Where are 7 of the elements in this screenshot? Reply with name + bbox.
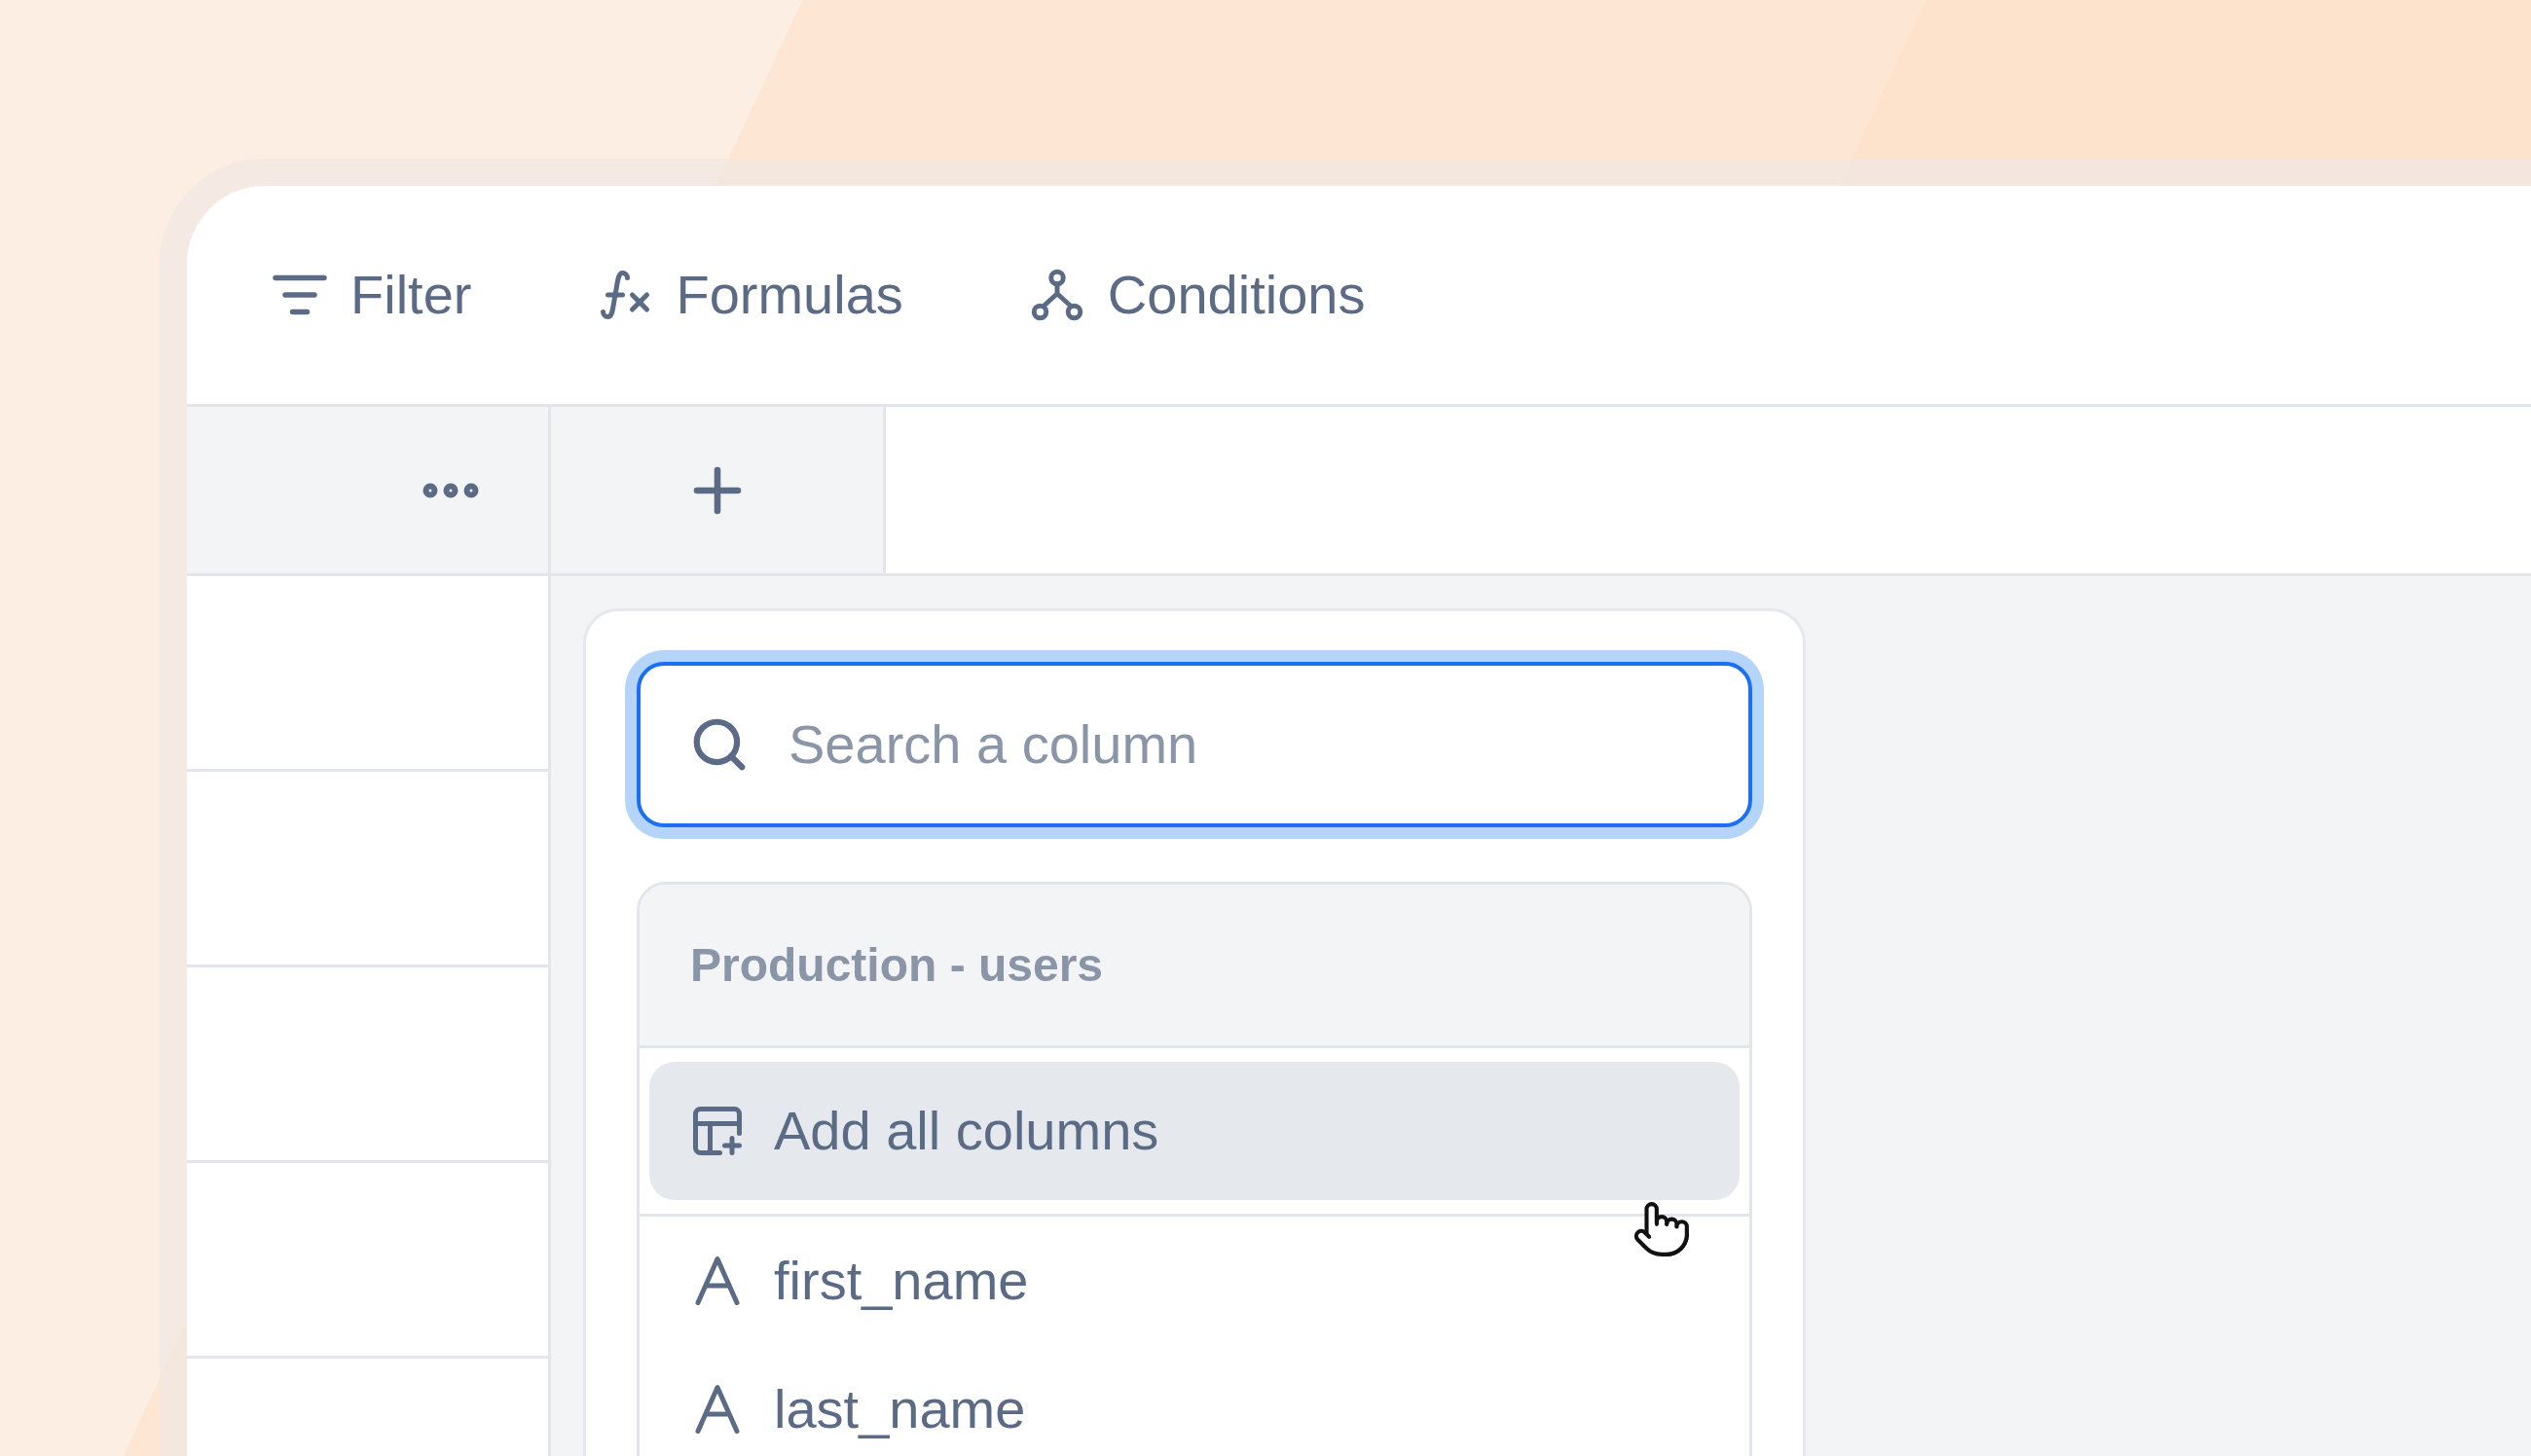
group-title: Production - users <box>690 937 1104 993</box>
hand-cursor-icon <box>1632 1199 1692 1259</box>
toolbar-button[interactable]: Filter <box>271 254 472 336</box>
add-all-columns-item[interactable]: Add all columns <box>649 1062 1740 1200</box>
toolbar-button[interactable]: Conditions <box>1027 254 1366 336</box>
toolbar-button[interactable]: Formulas <box>596 254 903 336</box>
search-input[interactable]: Search a column <box>789 704 1700 785</box>
